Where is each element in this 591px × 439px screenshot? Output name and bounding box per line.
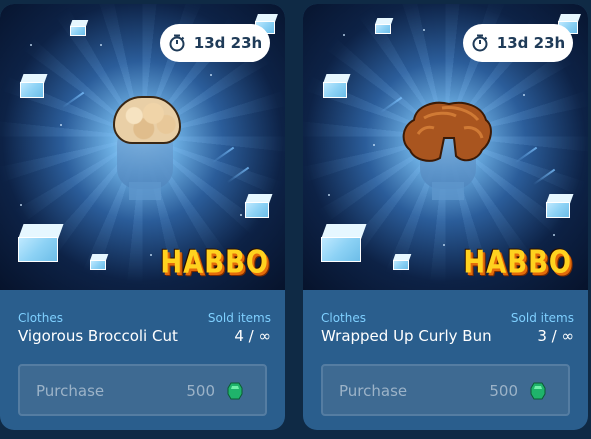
ice-cube-icon <box>90 254 109 270</box>
stopwatch-icon <box>471 34 489 52</box>
ice-cube-icon <box>20 74 48 98</box>
ice-cube-icon <box>546 194 574 218</box>
ice-cube-icon <box>70 20 89 36</box>
timer-text: 13d 23h <box>496 34 566 52</box>
item-info: Clothes Sold items Wrapped Up Curly Bun … <box>303 290 588 430</box>
ice-cube-icon <box>323 74 351 98</box>
avatar-with-curly-bun-hair <box>402 94 492 204</box>
avatar-with-broccoli-hair <box>105 94 185 204</box>
curly-bun-hair <box>402 101 492 162</box>
item-preview-image: 13d 23h HABBO <box>303 4 588 290</box>
time-remaining-badge: 13d 23h <box>463 24 573 62</box>
ice-cube-icon <box>321 224 367 262</box>
item-name: Vigorous Broccoli Cut <box>18 327 178 345</box>
ice-cube-icon <box>18 224 64 262</box>
purchase-label: Purchase <box>339 382 408 400</box>
ice-cube-icon <box>245 194 273 218</box>
sold-items-count: 4 / ∞ <box>234 327 271 345</box>
green-gem-icon <box>530 382 546 400</box>
shop-item-card[interactable]: 13d 23h HABBO Clothes Sold items Vigorou… <box>0 4 285 430</box>
habbo-logo: HABBO <box>160 245 269 281</box>
price-value: 500 <box>489 382 518 400</box>
sold-items-label: Sold items <box>207 311 271 325</box>
habbo-logo: HABBO <box>463 245 572 281</box>
shop-item-card[interactable]: 13d 23h HABBO Clothes Sold items Wrapped… <box>303 4 588 430</box>
ice-cube-icon <box>375 18 394 34</box>
stopwatch-icon <box>168 34 186 52</box>
purchase-label: Purchase <box>36 382 105 400</box>
item-preview-image: 13d 23h HABBO <box>0 4 285 290</box>
timer-text: 13d 23h <box>193 34 263 52</box>
sold-items-label: Sold items <box>510 311 574 325</box>
item-category: Clothes <box>18 311 63 325</box>
broccoli-hair <box>113 96 181 144</box>
purchase-button[interactable]: Purchase 500 <box>18 364 267 416</box>
item-info: Clothes Sold items Vigorous Broccoli Cut… <box>0 290 285 430</box>
item-name: Wrapped Up Curly Bun <box>321 327 492 345</box>
item-category: Clothes <box>321 311 366 325</box>
purchase-button[interactable]: Purchase 500 <box>321 364 570 416</box>
green-gem-icon <box>227 382 243 400</box>
price-value: 500 <box>186 382 215 400</box>
time-remaining-badge: 13d 23h <box>160 24 270 62</box>
ice-cube-icon <box>393 254 412 270</box>
sold-items-count: 3 / ∞ <box>537 327 574 345</box>
